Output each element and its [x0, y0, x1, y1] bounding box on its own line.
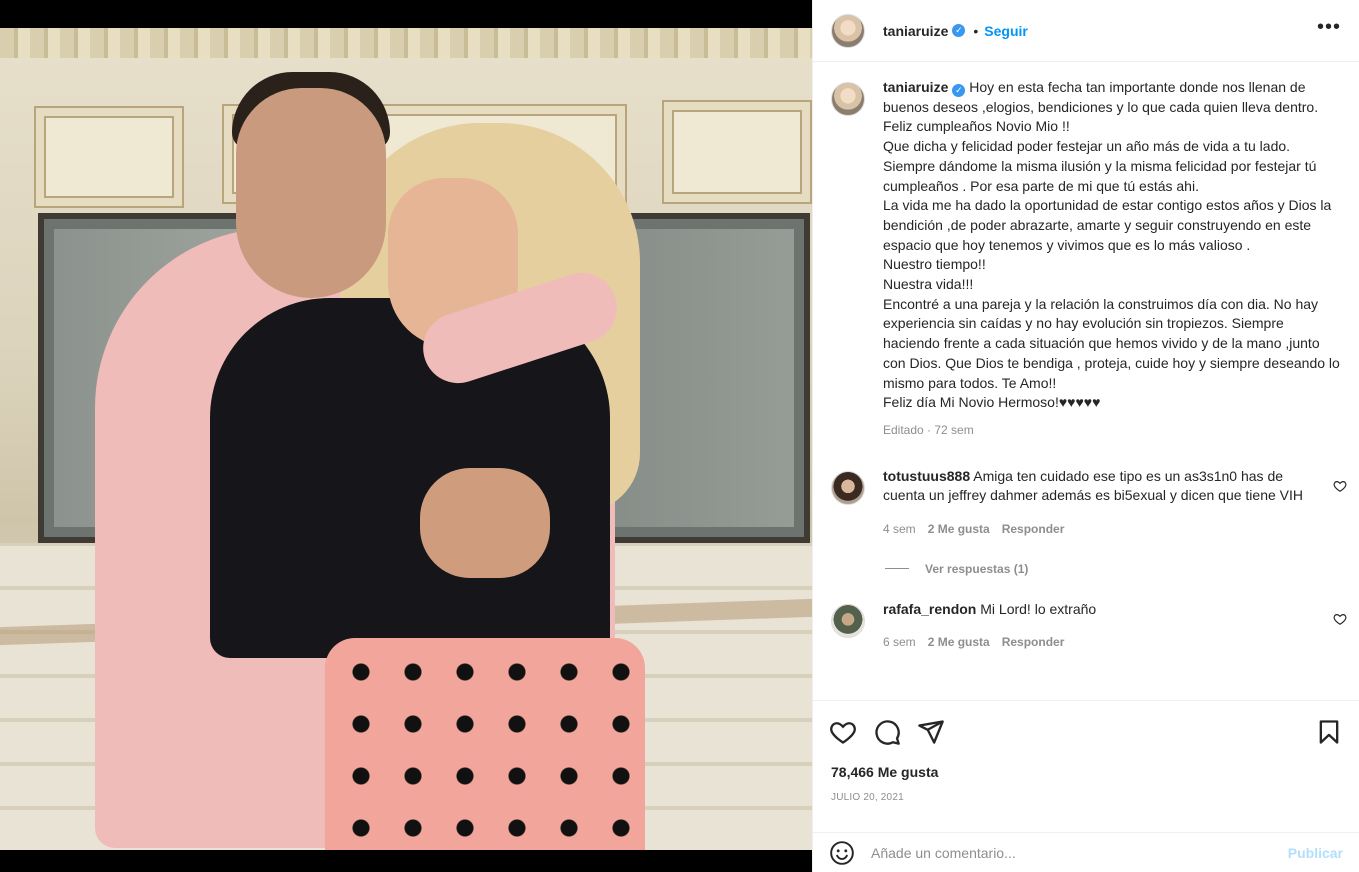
comment-heart-icon[interactable] — [1333, 612, 1347, 626]
more-dots-icon[interactable]: ••• — [1317, 17, 1341, 40]
comment-actions: 6 sem 2 Me gusta Responder — [883, 633, 1313, 653]
caption-meta: Editado · 72 sem — [883, 422, 974, 437]
photo-wall-panel — [34, 106, 184, 208]
caption-username[interactable]: taniaruize — [883, 79, 948, 95]
bookmark-icon[interactable] — [1315, 718, 1343, 746]
paper-plane-icon[interactable] — [917, 718, 945, 746]
view-replies-button[interactable]: Ver respuestas (1) — [885, 562, 1341, 576]
caption-body: taniaruize ✓ Hoy en esta fecha tan import… — [883, 78, 1341, 413]
caption-author-avatar[interactable] — [831, 82, 865, 116]
comments-scroll-area[interactable]: taniaruize ✓ Hoy en esta fecha tan import… — [813, 62, 1359, 700]
smiley-icon[interactable] — [829, 840, 855, 866]
comment-item: rafafa_rendon Mi Lord! lo extraño 6 sem … — [831, 600, 1347, 653]
post-date[interactable]: JULIO 20, 2021 — [831, 792, 904, 803]
comment-body: totustuus888 Amiga ten cuidado ese tipo … — [883, 467, 1313, 506]
publish-button[interactable]: Publicar — [1288, 845, 1343, 861]
header-user: taniaruize ✓ • Seguir — [883, 23, 1028, 39]
comment-composer: Publicar — [813, 832, 1359, 872]
post-side-panel: taniaruize ✓ • Seguir ••• taniaruize ✓ Ho… — [812, 0, 1359, 872]
comment-text: Mi Lord! lo extraño — [980, 600, 1097, 617]
commenter-username[interactable]: totustuus888 — [883, 468, 970, 484]
comment-actions: 4 sem 2 Me gusta Responder — [883, 520, 1313, 540]
photo-man-face — [236, 88, 386, 298]
verified-badge-icon: ✓ — [952, 84, 966, 97]
commenter-avatar[interactable] — [831, 603, 865, 638]
commenter-username[interactable]: rafafa_rendon — [883, 601, 976, 617]
photo-wall-panel — [662, 100, 812, 204]
author-avatar[interactable] — [831, 13, 865, 48]
heart-icon[interactable] — [829, 718, 857, 746]
likes-count[interactable]: 78,466 Me gusta — [831, 764, 938, 780]
comment-content: rafafa_rendon Mi Lord! lo extraño 6 sem … — [883, 600, 1347, 653]
comment-time[interactable]: 6 sem — [883, 633, 916, 653]
comment-item: totustuus888 Amiga ten cuidado ese tipo … — [831, 467, 1347, 540]
caption-content: taniaruize ✓ Hoy en esta fecha tan import… — [883, 78, 1341, 441]
photo-hands — [420, 468, 550, 578]
comment-likes[interactable]: 2 Me gusta — [928, 633, 990, 653]
separator-dot: • — [973, 22, 979, 39]
comment-body: rafafa_rendon Mi Lord! lo extraño — [883, 600, 1313, 620]
photo-ceiling-molding — [0, 28, 812, 58]
reply-button[interactable]: Responder — [1002, 633, 1065, 653]
instagram-post: taniaruize ✓ • Seguir ••• taniaruize ✓ Ho… — [0, 0, 1359, 872]
comment-content: totustuus888 Amiga ten cuidado ese tipo … — [883, 467, 1347, 540]
commenter-avatar[interactable] — [831, 470, 865, 505]
reply-button[interactable]: Responder — [1002, 520, 1065, 540]
comment-input[interactable] — [871, 844, 1288, 861]
author-username[interactable]: taniaruize — [883, 23, 948, 39]
comment-likes[interactable]: 2 Me gusta — [928, 520, 990, 540]
post-media[interactable] — [0, 0, 812, 872]
replies-divider — [885, 568, 909, 570]
post-header: taniaruize ✓ • Seguir ••• — [813, 0, 1359, 62]
comment-bubble-icon[interactable] — [873, 718, 901, 746]
post-actions-bar — [813, 700, 1359, 762]
caption: taniaruize ✓ Hoy en esta fecha tan import… — [831, 78, 1341, 441]
verified-badge-icon: ✓ — [952, 24, 966, 37]
caption-text: Hoy en esta fecha tan importante donde n… — [883, 79, 1340, 411]
follow-button[interactable]: Seguir — [984, 23, 1028, 39]
post-photo — [0, 28, 812, 850]
view-replies-label: Ver respuestas (1) — [925, 561, 1029, 576]
comment-time[interactable]: 4 sem — [883, 520, 916, 540]
photo-polka-dot-skirt — [325, 638, 645, 850]
comment-heart-icon[interactable] — [1333, 479, 1347, 493]
